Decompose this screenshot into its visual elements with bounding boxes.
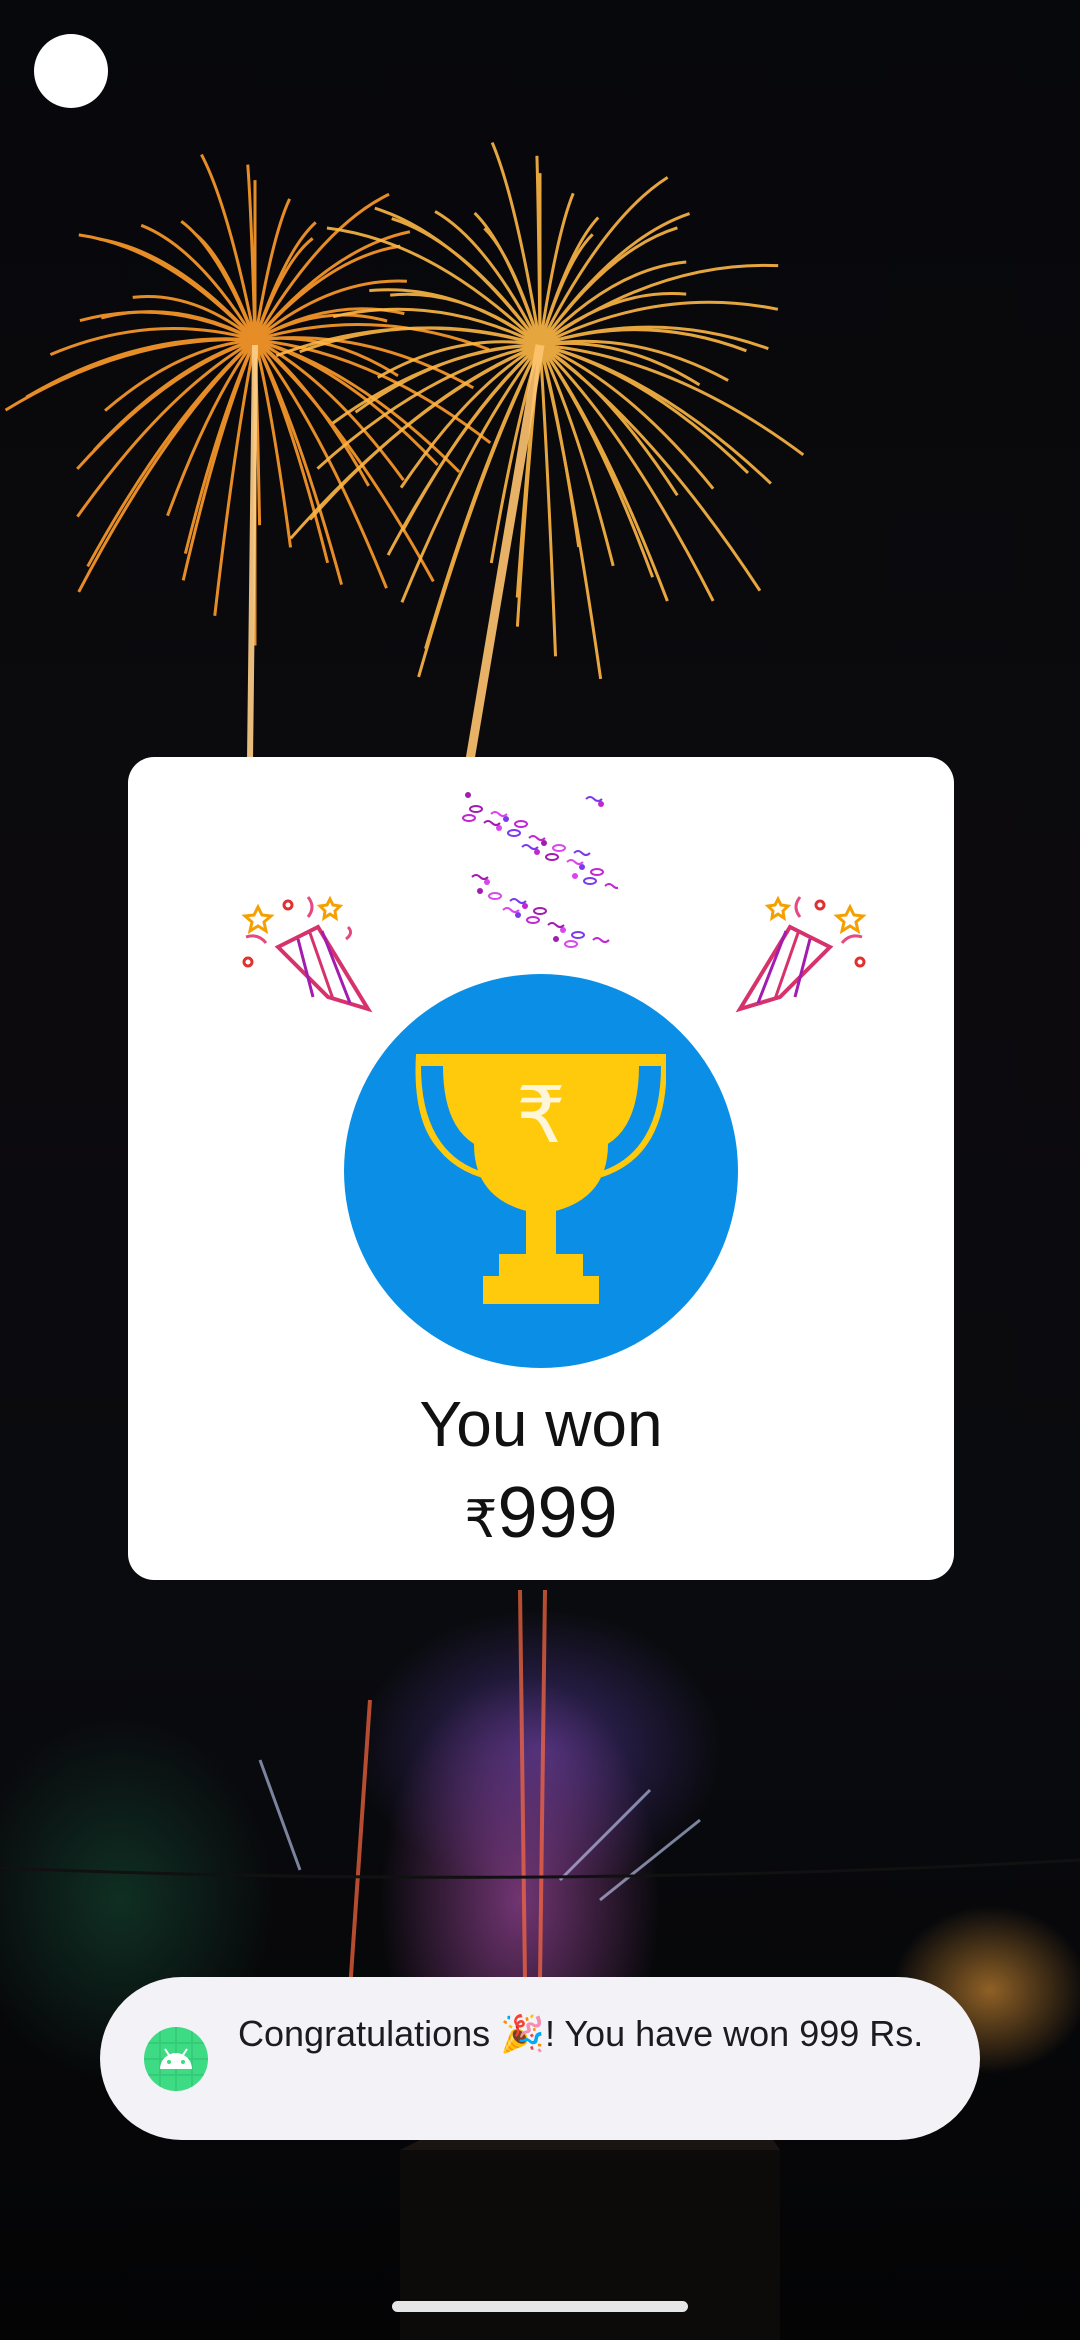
android-app-icon bbox=[144, 2027, 208, 2091]
won-amount: ₹999 bbox=[128, 1472, 954, 1554]
amount-value: 999 bbox=[497, 1473, 618, 1553]
home-indicator[interactable] bbox=[392, 2301, 688, 2312]
win-card: ₹ You won ₹999 bbox=[128, 757, 954, 1580]
toast-message: Congratulations 🎉! You have won 999 Rs. bbox=[238, 2013, 924, 2054]
currency-symbol: ₹ bbox=[464, 1491, 498, 1549]
toast-notification: Congratulations 🎉! You have won 999 Rs. bbox=[100, 1977, 980, 2140]
trophy-icon: ₹ bbox=[344, 974, 738, 1368]
party-popper-icon bbox=[735, 895, 867, 1013]
won-title: You won bbox=[419, 1388, 663, 1460]
camera-cutout bbox=[34, 34, 108, 108]
trophy-rupee-symbol: ₹ bbox=[516, 1071, 566, 1161]
confetti-icon bbox=[462, 792, 618, 948]
